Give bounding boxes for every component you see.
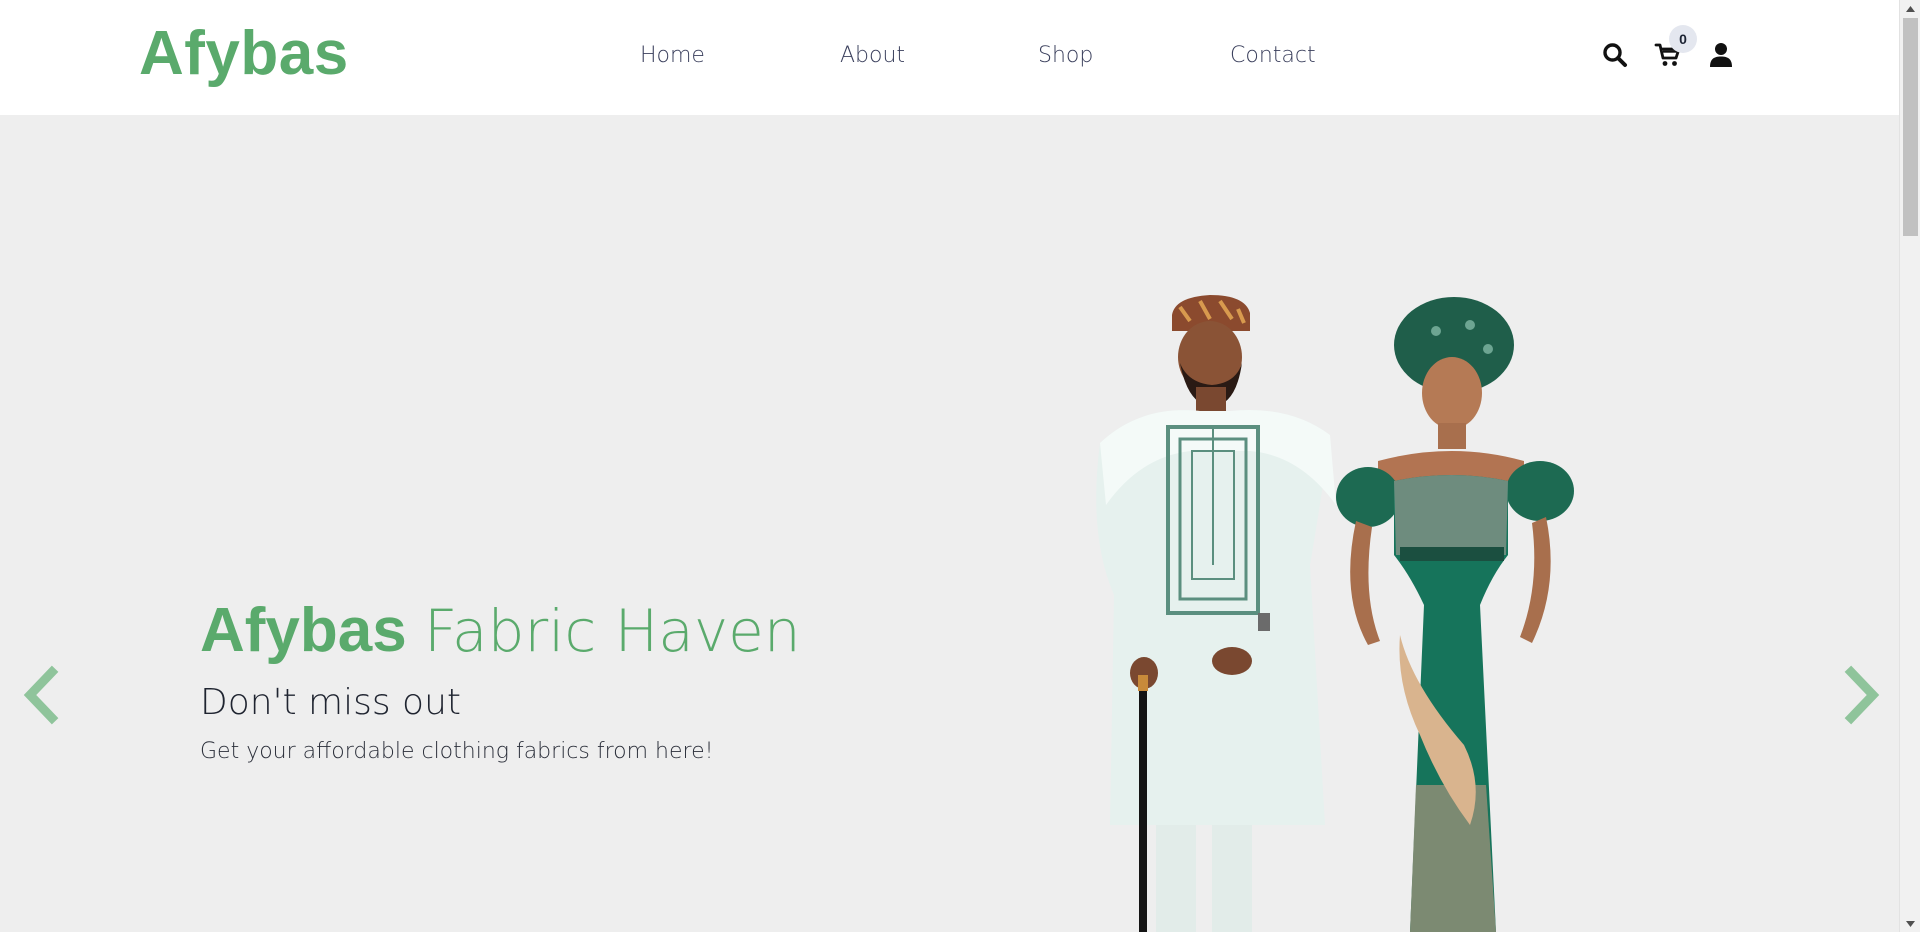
page: Afybas Home About Shop Contact 0 Afybas … xyxy=(0,0,1920,932)
scroll-thumb[interactable] xyxy=(1903,18,1918,236)
chevron-left-icon[interactable] xyxy=(18,660,68,730)
nav-about[interactable]: About xyxy=(840,42,905,70)
scroll-up-arrow-icon[interactable] xyxy=(1900,0,1920,17)
scroll-down-arrow-icon[interactable] xyxy=(1900,915,1920,932)
page-scrollbar[interactable] xyxy=(1899,0,1920,932)
hero-subtitle: Don't miss out xyxy=(200,682,461,723)
hero-description: Get your affordable clothing fabrics fro… xyxy=(200,739,714,764)
cart-count-badge: 0 xyxy=(1669,25,1697,53)
site-header: Afybas Home About Shop Contact 0 xyxy=(0,0,1899,115)
chevron-right-icon[interactable] xyxy=(1835,660,1885,730)
hero-title-tagline: Fabric Haven xyxy=(423,597,801,665)
nav-shop[interactable]: Shop xyxy=(1038,42,1093,70)
user-icon[interactable] xyxy=(1706,40,1736,70)
hero-slider: Afybas Fabric Haven Don't miss out Get y… xyxy=(0,115,1899,932)
hero-title: Afybas Fabric Haven xyxy=(200,595,801,667)
hero-image xyxy=(1096,295,1574,932)
nav-home[interactable]: Home xyxy=(640,42,705,70)
hero-title-brand: Afybas xyxy=(200,596,407,665)
search-icon[interactable] xyxy=(1600,40,1630,70)
nav-contact[interactable]: Contact xyxy=(1230,42,1316,70)
